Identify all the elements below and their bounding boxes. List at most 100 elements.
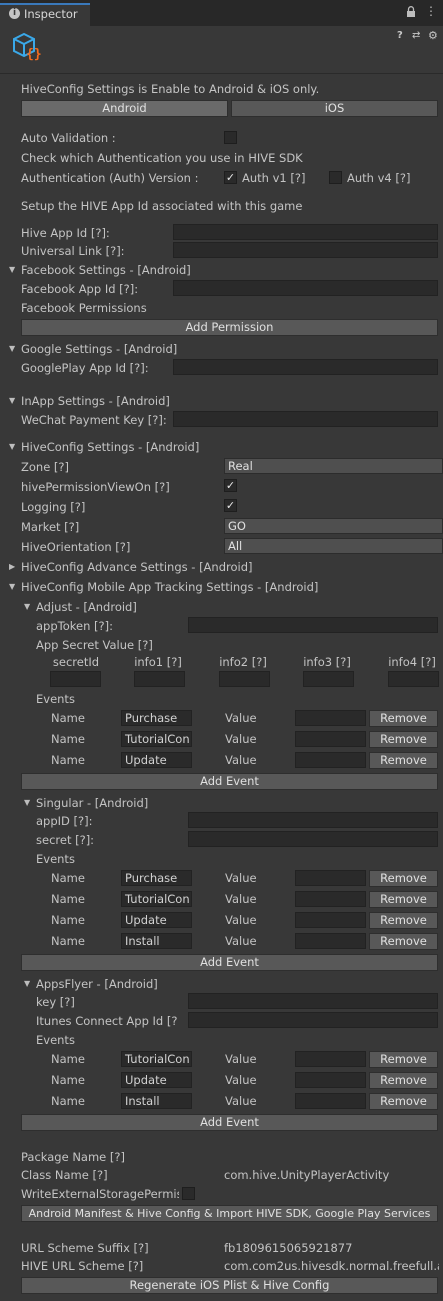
googleplay-app-id-input[interactable] xyxy=(173,359,438,375)
zone-dropdown[interactable]: Real xyxy=(224,458,443,474)
remove-event-button[interactable]: Remove xyxy=(369,870,438,887)
event-value-input[interactable] xyxy=(295,912,366,928)
event-name-input[interactable]: Purchase xyxy=(121,870,192,886)
script-asset-icon: {} xyxy=(10,31,44,62)
event-name-input[interactable]: Update xyxy=(121,752,192,768)
event-value-input[interactable] xyxy=(295,933,366,949)
foldout-arrow-icon[interactable]: ▼ xyxy=(24,795,33,811)
info3-input[interactable] xyxy=(303,671,354,687)
advance-settings-header[interactable]: HiveConfig Advance Settings - [Android] xyxy=(21,560,253,574)
lock-icon[interactable] xyxy=(406,6,416,17)
settings-gear-icon[interactable]: ⚙ xyxy=(428,29,438,42)
appsflyer-key-label: key [?] xyxy=(36,995,75,1009)
auto-validation-label: Auto Validation : xyxy=(21,131,116,145)
remove-event-button[interactable]: Remove xyxy=(369,891,438,908)
foldout-arrow-icon[interactable]: ▼ xyxy=(9,341,18,357)
event-name-input[interactable]: Install xyxy=(121,933,192,949)
orientation-dropdown[interactable]: All xyxy=(224,538,443,554)
google-settings-header[interactable]: Google Settings - [Android] xyxy=(21,342,177,356)
url-scheme-suffix-value: fb1809615065921877 xyxy=(224,1241,353,1255)
remove-event-button[interactable]: Remove xyxy=(369,1072,438,1089)
appsflyer-key-input[interactable] xyxy=(188,993,438,1009)
remove-event-button[interactable]: Remove xyxy=(369,933,438,950)
setup-app-id-text: Setup the HIVE App Id associated with th… xyxy=(21,199,303,213)
event-value-label: Value xyxy=(225,753,257,767)
remove-event-button[interactable]: Remove xyxy=(369,1093,438,1110)
singular-app-id-input[interactable] xyxy=(188,812,438,828)
auth-v1-checkbox[interactable]: ✓ xyxy=(224,171,237,184)
foldout-arrow-icon[interactable]: ▼ xyxy=(9,262,18,278)
android-manifest-button[interactable]: Android Manifest & Hive Config & Import … xyxy=(21,1205,438,1222)
adjust-header[interactable]: Adjust - [Android] xyxy=(36,600,137,614)
logging-checkbox[interactable]: ✓ xyxy=(224,499,237,512)
kebab-menu-icon[interactable]: ⋮ xyxy=(425,4,437,18)
foldout-arrow-icon[interactable]: ▼ xyxy=(9,439,18,455)
info4-input[interactable] xyxy=(388,671,439,687)
auto-validation-checkbox[interactable] xyxy=(224,131,237,144)
tab-ios[interactable]: iOS xyxy=(231,100,438,117)
event-value-input[interactable] xyxy=(295,710,366,726)
add-permission-button[interactable]: Add Permission xyxy=(21,319,438,336)
singular-secret-input[interactable] xyxy=(188,831,438,847)
event-value-input[interactable] xyxy=(295,891,366,907)
hive-app-id-input[interactable] xyxy=(173,224,438,240)
event-name-input[interactable]: TutorialCon xyxy=(121,1051,192,1067)
preset-icon[interactable]: ⇄ xyxy=(412,30,422,42)
facebook-app-id-input[interactable] xyxy=(173,280,438,296)
singular-add-event-button[interactable]: Add Event xyxy=(21,954,438,971)
adjust-add-event-button[interactable]: Add Event xyxy=(21,773,438,790)
wechat-key-input[interactable] xyxy=(173,411,438,427)
event-value-input[interactable] xyxy=(295,752,366,768)
event-value-input[interactable] xyxy=(295,1051,366,1067)
auth-v4-checkbox[interactable] xyxy=(329,171,342,184)
appsflyer-add-event-button[interactable]: Add Event xyxy=(21,1114,438,1131)
foldout-arrow-icon[interactable]: ▼ xyxy=(9,393,18,409)
remove-event-button[interactable]: Remove xyxy=(369,752,438,769)
appsflyer-header[interactable]: AppsFlyer - [Android] xyxy=(36,977,158,991)
secret-id-input[interactable] xyxy=(50,671,101,687)
permission-view-checkbox[interactable]: ✓ xyxy=(224,479,237,492)
auth-version-label: Authentication (Auth) Version : xyxy=(21,171,199,185)
hiveconfig-settings-header[interactable]: HiveConfig Settings - [Android] xyxy=(21,440,199,454)
foldout-arrow-icon[interactable]: ▼ xyxy=(9,579,18,595)
auth-v1-label: Auth v1 [?] xyxy=(242,171,306,185)
event-name-input[interactable]: Install xyxy=(121,1093,192,1109)
event-value-input[interactable] xyxy=(295,731,366,747)
foldout-arrow-icon[interactable]: ▶ xyxy=(9,559,18,575)
adjust-app-token-input[interactable] xyxy=(188,617,438,633)
tab-inspector[interactable]: i Inspector xyxy=(0,3,90,26)
event-name-input[interactable]: TutorialCon xyxy=(121,731,192,747)
info2-input[interactable] xyxy=(219,671,270,687)
foldout-arrow-icon[interactable]: ▼ xyxy=(24,976,33,992)
event-value-input[interactable] xyxy=(295,870,366,886)
help-icon[interactable]: ? xyxy=(397,30,407,42)
tracking-settings-header[interactable]: HiveConfig Mobile App Tracking Settings … xyxy=(21,580,318,594)
event-name-input[interactable]: Update xyxy=(121,1072,192,1088)
event-name-label: Name xyxy=(51,732,85,746)
itunes-app-id-input[interactable] xyxy=(188,1012,438,1028)
event-name-input[interactable]: Update xyxy=(121,912,192,928)
foldout-arrow-icon[interactable]: ▼ xyxy=(24,599,33,615)
regenerate-button[interactable]: Regenerate iOS Plist & Hive Config xyxy=(21,1277,438,1294)
tab-android[interactable]: Android xyxy=(21,100,228,117)
permission-view-label: hivePermissionViewOn [?] xyxy=(21,480,170,494)
remove-event-button[interactable]: Remove xyxy=(369,1051,438,1068)
market-dropdown[interactable]: GO xyxy=(224,518,443,534)
event-value-input[interactable] xyxy=(295,1093,366,1109)
remove-event-button[interactable]: Remove xyxy=(369,710,438,727)
event-name-input[interactable]: Purchase xyxy=(121,710,192,726)
write-storage-checkbox[interactable] xyxy=(182,1187,195,1200)
event-name-label: Name xyxy=(51,913,85,927)
event-name-label: Name xyxy=(51,934,85,948)
event-value-label: Value xyxy=(225,1073,257,1087)
remove-event-button[interactable]: Remove xyxy=(369,731,438,748)
singular-header[interactable]: Singular - [Android] xyxy=(36,796,148,810)
event-value-input[interactable] xyxy=(295,1072,366,1088)
inapp-settings-header[interactable]: InApp Settings - [Android] xyxy=(21,394,170,408)
universal-link-input[interactable] xyxy=(173,242,438,258)
info1-input[interactable] xyxy=(134,671,185,687)
event-name-input[interactable]: TutorialCon xyxy=(121,891,192,907)
facebook-settings-header[interactable]: Facebook Settings - [Android] xyxy=(21,263,191,277)
wechat-key-label: WeChat Payment Key [?]: xyxy=(21,413,167,427)
remove-event-button[interactable]: Remove xyxy=(369,912,438,929)
